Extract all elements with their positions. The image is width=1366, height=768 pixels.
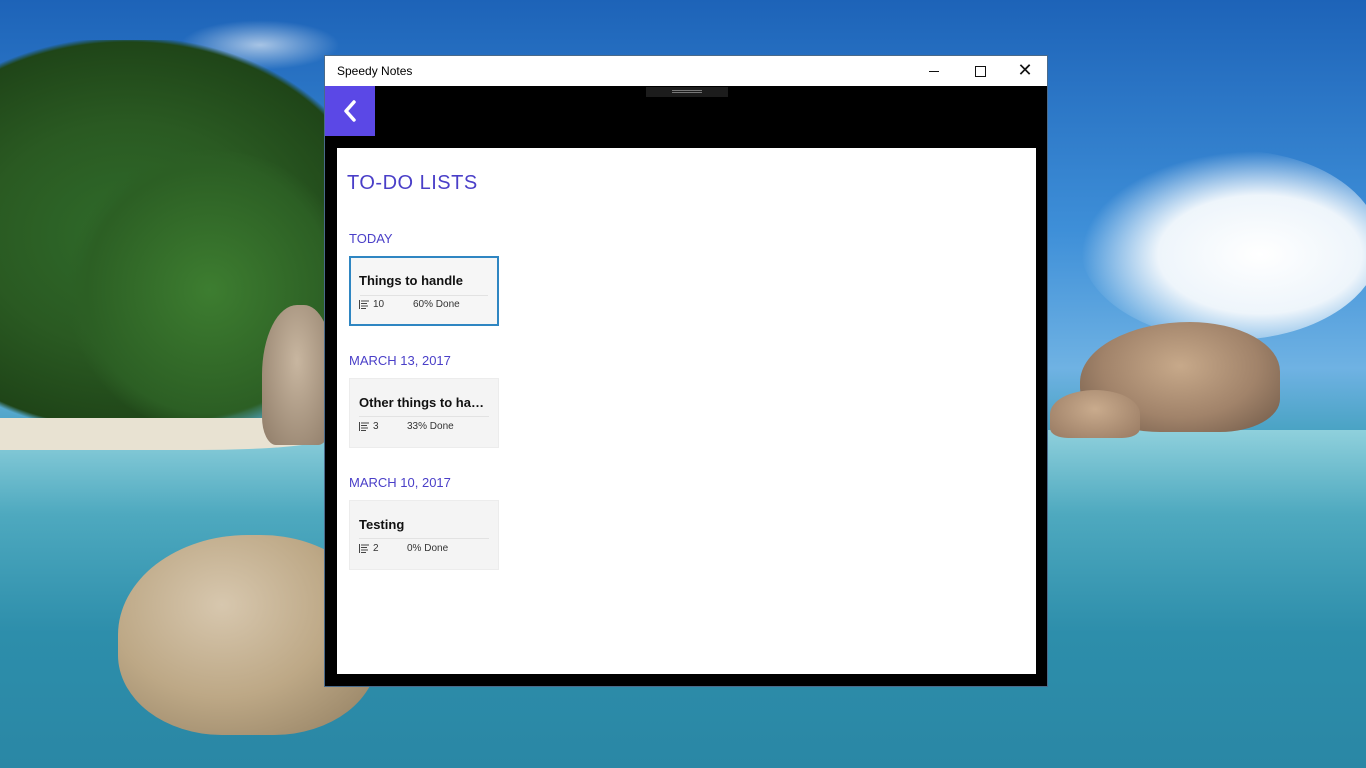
progress-text: 60% Done [413,299,460,310]
list-meta: 2 0% Done [359,543,448,554]
divider [360,295,488,296]
list-items-icon [359,422,369,431]
list-title: Other things to han... [359,395,487,410]
group-label-today: TODAY [349,231,393,246]
list-meta: 10 60% Done [359,299,460,310]
divider [359,416,489,417]
page-title: TO-DO LISTS [347,172,478,194]
title-bar[interactable]: Speedy Notes ✕ [325,56,1047,86]
list-meta: 3 33% Done [359,421,454,432]
maximize-icon [974,65,986,77]
main-content: TO-DO LISTS TODAY Things to handle 10 60… [337,148,1036,674]
list-card[interactable]: Testing 2 0% Done [349,500,499,570]
minimize-icon [929,70,939,72]
list-card[interactable]: Things to handle 10 60% Done [349,256,499,326]
progress-text: 0% Done [407,543,449,554]
back-button[interactable] [325,86,375,136]
list-items-icon [359,300,369,309]
group-label-march-13: MARCH 13, 2017 [349,353,451,368]
progress-text: 33% Done [407,421,454,432]
list-title: Testing [359,517,405,532]
group-label-march-10: MARCH 10, 2017 [349,475,451,490]
close-button[interactable]: ✕ [1002,56,1048,86]
item-count: 3 [373,421,379,432]
divider [359,538,489,539]
item-count: 2 [373,543,379,554]
list-card[interactable]: Other things to han... 3 33% Done [349,378,499,448]
maximize-button[interactable] [957,56,1003,86]
window-title: Speedy Notes [337,64,413,78]
close-icon: ✕ [1017,60,1033,81]
list-title: Things to handle [359,273,463,288]
back-arrow-icon [344,100,356,122]
list-items-icon [359,544,369,553]
drag-handle[interactable] [646,87,728,97]
app-window: Speedy Notes ✕ TO-DO LISTS TODAY Things … [324,55,1048,687]
minimize-button[interactable] [911,56,957,86]
grip-icon [672,90,702,91]
item-count: 10 [373,299,385,310]
